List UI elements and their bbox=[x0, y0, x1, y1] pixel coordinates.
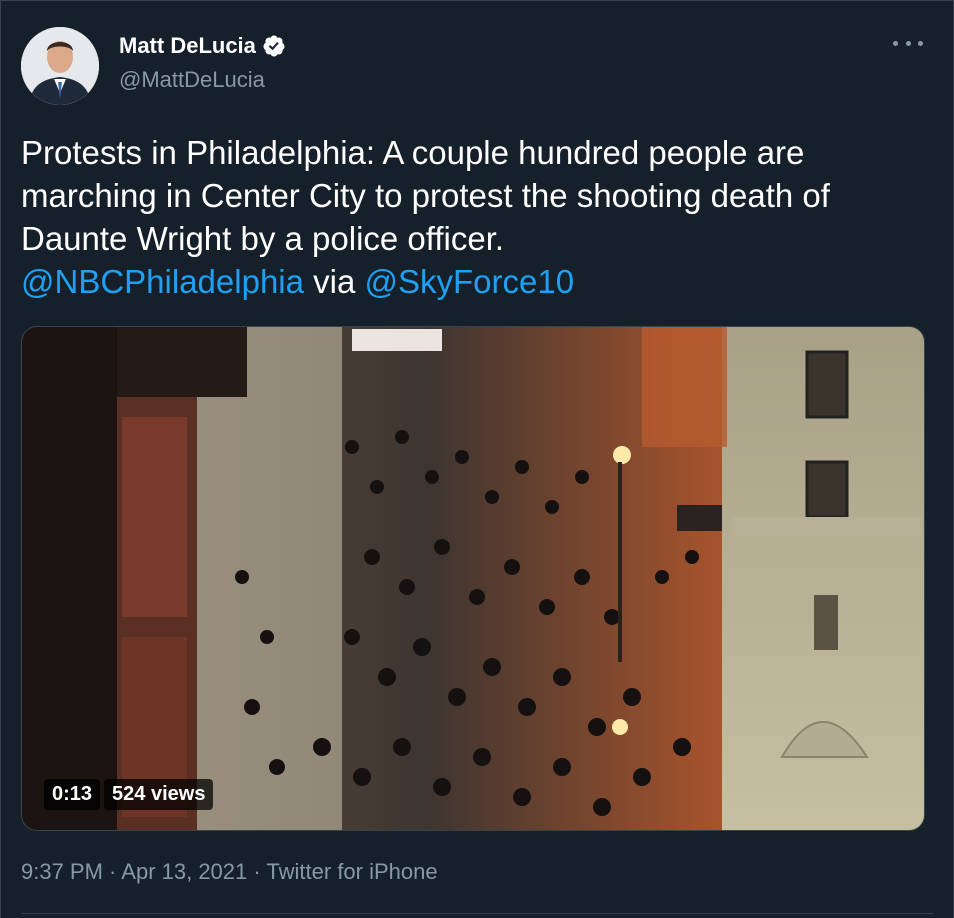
tweet-time[interactable]: 9:37 PM bbox=[21, 859, 103, 884]
verified-badge-icon bbox=[263, 35, 285, 57]
video-views: 524 views bbox=[104, 779, 214, 810]
more-horizontal-icon[interactable] bbox=[893, 33, 923, 53]
dot bbox=[893, 40, 898, 46]
meta-separator: · bbox=[247, 859, 267, 884]
video-frame bbox=[22, 327, 924, 830]
mention-skyforce10[interactable]: @SkyForce10 bbox=[365, 263, 575, 300]
meta-separator: · bbox=[102, 859, 122, 884]
video-duration: 0:13 bbox=[44, 779, 101, 810]
dot bbox=[905, 40, 911, 46]
via-text: via bbox=[303, 263, 365, 300]
mention-nbcphiladelphia[interactable]: @NBCPhiladelphia bbox=[21, 263, 304, 300]
tweet-card: Matt DeLucia @MattDeLucia Protests in Ph… bbox=[0, 0, 954, 918]
tweet-source[interactable]: Twitter for iPhone bbox=[266, 859, 437, 884]
tweet-date[interactable]: Apr 13, 2021 bbox=[121, 859, 247, 884]
divider bbox=[21, 913, 933, 914]
display-name[interactable]: Matt DeLucia bbox=[119, 33, 256, 59]
tweet-text: Protests in Philadelphia: A couple hundr… bbox=[21, 131, 931, 303]
tweet-body: Protests in Philadelphia: A couple hundr… bbox=[21, 134, 830, 257]
profile-photo bbox=[21, 27, 99, 105]
video-player[interactable]: 0:13 524 views bbox=[21, 326, 925, 831]
video-badge: 0:13 524 views bbox=[44, 779, 214, 810]
tweet-meta: 9:37 PM · Apr 13, 2021 · Twitter for iPh… bbox=[21, 859, 438, 885]
author-name-row: Matt DeLucia bbox=[119, 33, 286, 59]
dot bbox=[918, 40, 923, 46]
author-handle[interactable]: @MattDeLucia bbox=[119, 67, 265, 93]
avatar[interactable] bbox=[21, 27, 99, 105]
